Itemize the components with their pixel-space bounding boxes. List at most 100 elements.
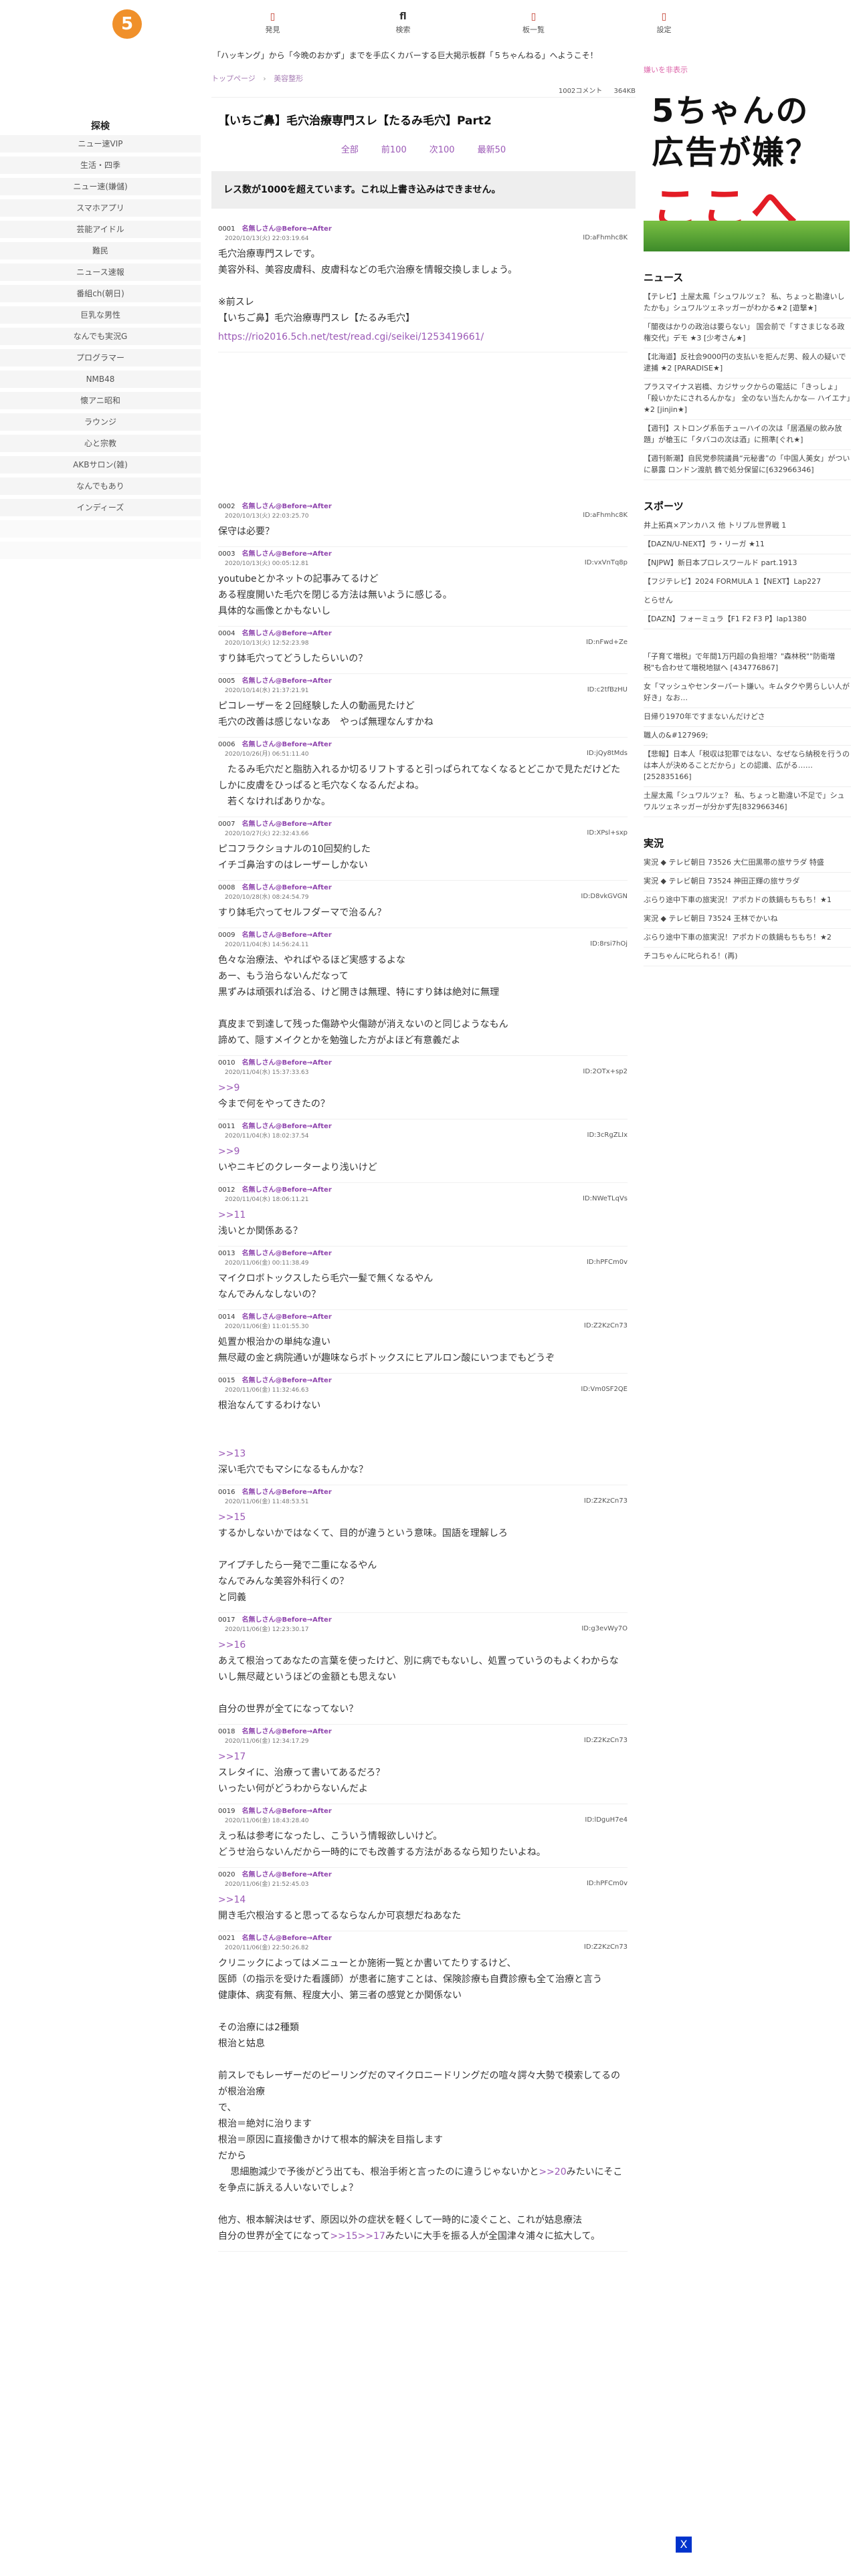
reply-anchor-link[interactable]: >>17 xyxy=(218,1751,246,1762)
live-item[interactable]: チコちゃんに叱られる！(再) xyxy=(644,948,851,966)
post-number[interactable]: 0011 xyxy=(218,1123,235,1130)
post-id[interactable]: ID:Z2KzCn73 xyxy=(584,1497,628,1505)
category-item[interactable]: インディーズ xyxy=(0,499,201,516)
post-number[interactable]: 0005 xyxy=(218,677,235,685)
post-id[interactable]: ID:XPsl+sxp xyxy=(587,829,628,837)
category-item[interactable]: ニュー速(嫌儲) xyxy=(0,178,201,195)
post-number[interactable]: 0001 xyxy=(218,225,235,233)
post-id[interactable]: ID:hPFCm0v xyxy=(587,1880,628,1887)
misc-item[interactable]: 【悲報】日本人「税収は犯罪ではない、なぜなら納税を行うのは本人が決めることだから… xyxy=(644,746,851,787)
post-number[interactable]: 0002 xyxy=(218,503,235,510)
post-number[interactable]: 0012 xyxy=(218,1186,235,1194)
reply-anchor-link[interactable]: >>9 xyxy=(218,1083,240,1093)
sports-item[interactable]: 【NJPW】新日本プロレスワールド part.1913 xyxy=(644,554,851,573)
post-id[interactable]: ID:Vm0SF2QE xyxy=(581,1386,628,1393)
category-item[interactable]: 心と宗教 xyxy=(0,435,201,452)
post-id[interactable]: ID:hPFCm0v xyxy=(587,1259,628,1266)
sports-item[interactable]: 井上拓真×アンカハス 他 トリプル世界戦 1 xyxy=(644,517,851,536)
misc-item[interactable]: 女「マッシュやセンターパート嫌い。キムタクや男らしい人が好き」なお… xyxy=(644,678,851,708)
category-item[interactable]: ニュー速VIP xyxy=(0,135,201,152)
post-id[interactable]: ID:Z2KzCn73 xyxy=(584,1322,628,1329)
news-item[interactable]: 【テレビ】土屋太鳳「シュワルツェ？ 私、ちょっと勘違いしたかも」シュワルツェネッ… xyxy=(644,288,851,318)
breadcrumb-board-link[interactable]: 美容整形 xyxy=(274,74,303,83)
post-number[interactable]: 0008 xyxy=(218,884,235,891)
misc-item[interactable]: 「子育て増税」で年間1万円超の負担増？"森林税""防衛増税"も合わせて増税地獄へ… xyxy=(644,648,851,678)
news-item[interactable]: 「闇夜はかりの政治は要らない」 国会前で「すさまじなる政権交代」デモ ★3 [少… xyxy=(644,318,851,348)
reply-anchor-link[interactable]: >>20 xyxy=(539,2167,566,2177)
category-item[interactable]: スマホアプリ xyxy=(0,199,201,217)
reply-anchor-link[interactable]: >>14 xyxy=(218,1895,246,1905)
post-id[interactable]: ID:Z2KzCn73 xyxy=(584,1737,628,1744)
post-id[interactable]: ID:vxVnTq8p xyxy=(585,559,628,566)
post-number[interactable]: 0003 xyxy=(218,550,235,558)
sports-item[interactable]: とらせん xyxy=(644,592,851,611)
misc-item[interactable]: 土屋太鳳「シュワルツェ？ 私、ちょっと勘違い不足で」シュワルツェネッガーが分かず… xyxy=(644,787,851,817)
pager-latest[interactable]: 最新50 xyxy=(478,142,506,155)
category-item[interactable]: 芸能アイドル xyxy=(0,221,201,238)
sports-item[interactable]: 【フジテレビ】2024 FORMULA 1【NEXT】Lap227 xyxy=(644,573,851,592)
post-id[interactable]: ID:nFwd+Ze xyxy=(586,639,628,646)
category-item[interactable]: 巨乳な男性 xyxy=(0,306,201,324)
post-number[interactable]: 0021 xyxy=(218,1935,235,1942)
post-number[interactable]: 0010 xyxy=(218,1059,235,1067)
close-x-icon[interactable]: X xyxy=(676,2537,692,2553)
category-item[interactable]: 生活・四季 xyxy=(0,156,201,174)
post-id[interactable]: ID:aFhmhc8K xyxy=(583,234,628,241)
post-number[interactable]: 0014 xyxy=(218,1313,235,1321)
news-item[interactable]: 【週刊】ストロング系缶チューハイの次は「居酒屋の飲み放題」が槍玉に「タバコの次は… xyxy=(644,420,851,450)
misc-item[interactable]: 日帰り1970年ですまないんだけどさ xyxy=(644,708,851,727)
category-item[interactable]: 難民 xyxy=(0,242,201,259)
sports-item[interactable]: 【DAZN】フォーミュラ【F1 F2 F3 P】lap1380 xyxy=(644,611,851,629)
nav-settings[interactable]: ▯ 設定 xyxy=(634,9,694,43)
post-number[interactable]: 0004 xyxy=(218,630,235,637)
site-logo[interactable]: 5 xyxy=(112,9,142,39)
post-id[interactable]: ID:8rsi7hOj xyxy=(590,940,628,948)
post-number[interactable]: 0019 xyxy=(218,1808,235,1815)
category-item[interactable]: 懐アニ昭和 xyxy=(0,392,201,409)
category-item[interactable]: ニュース速報 xyxy=(0,263,201,281)
post-number[interactable]: 0009 xyxy=(218,932,235,939)
live-item[interactable]: ぶらり途中下車の旅実況！アポカドの鉄鍋もちもち！★2 xyxy=(644,929,851,948)
category-item[interactable]: AKBサロン(雑) xyxy=(0,456,201,473)
post-id[interactable]: ID:jQy8tMds xyxy=(587,750,628,757)
ad-hide-link[interactable]: 嫌いを非表示 xyxy=(644,64,859,75)
post-id[interactable]: ID:3cRgZLIx xyxy=(587,1132,628,1139)
breadcrumb-top-link[interactable]: トップページ xyxy=(211,74,256,83)
reply-anchor-link[interactable]: >>17 xyxy=(358,2231,385,2242)
news-item[interactable]: プラスマイナス岩橋、カジサックからの電話に「きっしょ」「殺いかたにされるんかな」… xyxy=(644,379,851,420)
reply-anchor-link[interactable]: >>13 xyxy=(218,1448,246,1459)
sports-item[interactable]: 【DAZN/U-NEXT】ラ・リーガ ★11 xyxy=(644,536,851,554)
news-item[interactable]: 【週刊新潮】自民党参院議員“元秘書”の「中国人美女」がついに暴露 ロンドン渡航 … xyxy=(644,450,851,480)
post-number[interactable]: 0020 xyxy=(218,1871,235,1879)
category-item[interactable]: なんでも実況G xyxy=(0,328,201,345)
misc-item[interactable]: 職人の&#127969; xyxy=(644,727,851,746)
pager-all[interactable]: 全部 xyxy=(341,142,359,155)
post-number[interactable]: 0006 xyxy=(218,741,235,748)
reply-anchor-link[interactable]: >>11 xyxy=(218,1210,246,1220)
post-number[interactable]: 0016 xyxy=(218,1489,235,1496)
post-number[interactable]: 0013 xyxy=(218,1250,235,1257)
reply-anchor-link[interactable]: >>16 xyxy=(218,1640,246,1650)
post-number[interactable]: 0018 xyxy=(218,1728,235,1735)
nav-discover[interactable]: ▯ 発見 xyxy=(243,9,303,43)
post-id[interactable]: ID:g3evWy7O xyxy=(581,1625,628,1632)
category-item[interactable]: プログラマー xyxy=(0,349,201,366)
post-id[interactable]: ID:c2tfBzHU xyxy=(587,686,628,693)
post-id[interactable]: ID:D8vkGVGN xyxy=(581,893,628,900)
pager-prev[interactable]: 前100 xyxy=(381,142,407,155)
live-item[interactable]: 実況 ◆ テレビ朝日 73524 王林でかいね xyxy=(644,910,851,929)
live-item[interactable]: 実況 ◆ テレビ朝日 73524 神田正輝の旅サラダ xyxy=(644,873,851,891)
category-item[interactable]: なんでもあり xyxy=(0,477,201,495)
reply-anchor-link[interactable]: >>15 xyxy=(218,1512,246,1523)
post-link[interactable]: https://rio2016.5ch.net/test/read.cgi/se… xyxy=(218,332,484,342)
live-item[interactable]: 実況 ◆ テレビ朝日 73526 大仁田黒帯の旅サラダ 特盛 xyxy=(644,854,851,873)
post-number[interactable]: 0007 xyxy=(218,821,235,828)
post-id[interactable]: ID:NWeTLqVs xyxy=(583,1195,628,1202)
post-id[interactable]: ID:Z2KzCn73 xyxy=(584,1943,628,1951)
post-number[interactable]: 0015 xyxy=(218,1377,235,1384)
nav-search[interactable]: fl 検索 xyxy=(373,9,434,43)
category-item[interactable]: NMB48 xyxy=(0,370,201,388)
category-item[interactable]: 番組ch(朝日) xyxy=(0,285,201,302)
ad-banner[interactable]: 5ちゃんの 広告が嫌？ ここへ xyxy=(644,79,850,251)
reply-anchor-link[interactable]: >>9 xyxy=(218,1146,240,1157)
